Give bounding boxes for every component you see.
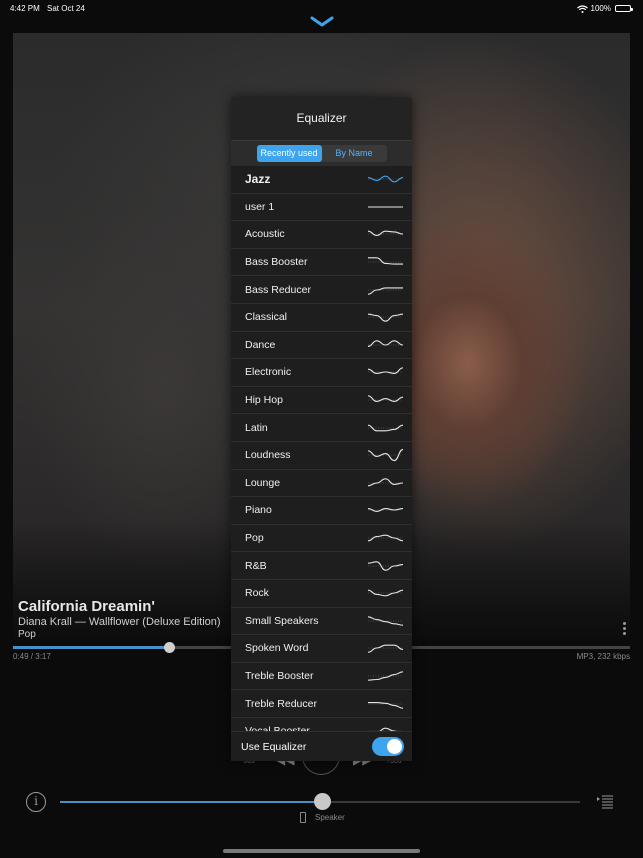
eq-curve-icon bbox=[368, 508, 403, 513]
preset-name: R&B bbox=[245, 559, 267, 572]
preset-row[interactable]: Treble Reducer bbox=[231, 690, 412, 718]
eq-curve-icon bbox=[368, 231, 403, 237]
preset-name: Jazz bbox=[245, 172, 271, 187]
eq-curve-icon bbox=[368, 313, 403, 323]
preset-row[interactable]: Latin bbox=[231, 414, 412, 442]
progress-knob[interactable] bbox=[164, 642, 176, 653]
preset-row[interactable]: Piano bbox=[231, 497, 412, 525]
track-title: California Dreamin' bbox=[18, 598, 155, 615]
eq-curve-icon bbox=[368, 257, 403, 265]
preset-row[interactable]: Lounge bbox=[231, 470, 412, 498]
preset-row[interactable]: user 1 bbox=[231, 194, 412, 222]
preset-row[interactable]: Small Speakers bbox=[231, 608, 412, 636]
preset-row[interactable]: Spoken Word bbox=[231, 635, 412, 663]
queue-list-icon[interactable] bbox=[597, 795, 613, 809]
status-right: 100% bbox=[576, 4, 633, 13]
preset-name: Loudness bbox=[245, 449, 291, 462]
status-date: Sat Oct 24 bbox=[47, 4, 85, 13]
preset-row[interactable]: Rock bbox=[231, 580, 412, 608]
eq-curve-icon bbox=[368, 478, 403, 487]
use-equalizer-toggle[interactable] bbox=[372, 737, 404, 756]
file-format: MP3, 232 kbps bbox=[576, 652, 630, 661]
eq-curve-icon bbox=[368, 175, 403, 183]
info-icon[interactable]: i bbox=[26, 792, 46, 812]
preset-name: Piano bbox=[245, 504, 272, 517]
preset-name: Classical bbox=[245, 311, 288, 324]
volume-fill bbox=[60, 801, 322, 803]
preset-row[interactable]: Pop bbox=[231, 525, 412, 553]
preset-row[interactable]: Electronic bbox=[231, 359, 412, 387]
preset-row[interactable]: Treble Booster bbox=[231, 663, 412, 691]
eq-curve-icon bbox=[368, 287, 403, 295]
equalizer-popover: Equalizer Recently used By Name Jazz user… bbox=[231, 97, 412, 761]
eq-curve-icon bbox=[368, 340, 403, 347]
elapsed-time: 0:49 / 3:17 bbox=[13, 652, 51, 661]
preset-name: Hip Hop bbox=[245, 394, 283, 407]
tab-by-name[interactable]: By Name bbox=[322, 145, 387, 162]
eq-curve-icon bbox=[368, 589, 403, 597]
status-time: 4:42 PM bbox=[10, 4, 40, 13]
wifi-icon bbox=[576, 4, 588, 13]
phone-speaker-icon bbox=[300, 812, 306, 823]
dismiss-chevron-icon[interactable] bbox=[310, 16, 334, 28]
preset-name: user 1 bbox=[245, 200, 275, 213]
preset-row[interactable]: Bass Reducer bbox=[231, 276, 412, 304]
preset-name: Latin bbox=[245, 421, 268, 434]
preset-name: Bass Reducer bbox=[245, 283, 311, 296]
progress-fill bbox=[13, 646, 170, 649]
battery-icon bbox=[615, 5, 633, 12]
preset-row[interactable]: Loudness bbox=[231, 442, 412, 470]
eq-curve-icon bbox=[368, 560, 403, 571]
battery-percent: 100% bbox=[590, 4, 611, 13]
tab-recently-used[interactable]: Recently used bbox=[256, 145, 322, 162]
eq-curve-icon bbox=[368, 671, 403, 681]
preset-row[interactable]: Bass Booster bbox=[231, 249, 412, 277]
preset-name: Lounge bbox=[245, 476, 281, 489]
output-label: Speaker bbox=[315, 813, 345, 822]
use-equalizer-row: Use Equalizer bbox=[231, 731, 412, 761]
preset-name: Electronic bbox=[245, 366, 292, 379]
audio-output[interactable]: Speaker bbox=[300, 812, 345, 823]
eq-curve-icon bbox=[368, 424, 403, 431]
more-icon[interactable] bbox=[623, 622, 626, 636]
track-genre: Pop bbox=[18, 629, 36, 640]
use-equalizer-label: Use Equalizer bbox=[241, 740, 307, 753]
preset-list[interactable]: Jazz user 1 Acoustic Bass Booster Bass Reduc… bbox=[231, 166, 412, 731]
preset-name: Small Speakers bbox=[245, 614, 319, 627]
sort-segment-bar: Recently used By Name bbox=[231, 140, 412, 166]
eq-curve-icon bbox=[368, 616, 403, 626]
preset-name: Dance bbox=[245, 338, 276, 351]
track-artist-album: Diana Krall — Wallflower (Deluxe Edition… bbox=[18, 616, 221, 628]
preset-row[interactable]: Acoustic bbox=[231, 221, 412, 249]
preset-name: Treble Booster bbox=[245, 669, 314, 682]
volume-knob[interactable] bbox=[313, 793, 331, 810]
preset-row[interactable]: Vocal Booster bbox=[231, 718, 412, 731]
preset-name: Bass Booster bbox=[245, 256, 308, 269]
eq-curve-icon bbox=[368, 395, 403, 402]
preset-name: Rock bbox=[245, 587, 269, 600]
preset-row[interactable]: Hip Hop bbox=[231, 387, 412, 415]
popover-title: Equalizer bbox=[231, 97, 412, 140]
eq-curve-icon bbox=[368, 367, 403, 375]
eq-curve-icon bbox=[368, 727, 403, 731]
preset-row[interactable]: Dance bbox=[231, 332, 412, 360]
eq-curve-icon bbox=[368, 701, 403, 709]
preset-row[interactable]: Jazz bbox=[231, 166, 412, 194]
eq-curve-icon bbox=[368, 206, 403, 208]
preset-name: Treble Reducer bbox=[245, 697, 317, 710]
preset-name: Spoken Word bbox=[245, 642, 309, 655]
home-indicator bbox=[223, 849, 420, 853]
eq-curve-icon bbox=[368, 645, 403, 654]
eq-curve-icon bbox=[368, 449, 403, 462]
preset-name: Acoustic bbox=[245, 228, 285, 241]
volume-slider[interactable] bbox=[60, 793, 580, 810]
preset-name: Pop bbox=[245, 532, 264, 545]
preset-row[interactable]: Classical bbox=[231, 304, 412, 332]
preset-row[interactable]: R&B bbox=[231, 552, 412, 580]
eq-curve-icon bbox=[368, 534, 403, 542]
sort-segmented-control: Recently used By Name bbox=[256, 145, 387, 162]
